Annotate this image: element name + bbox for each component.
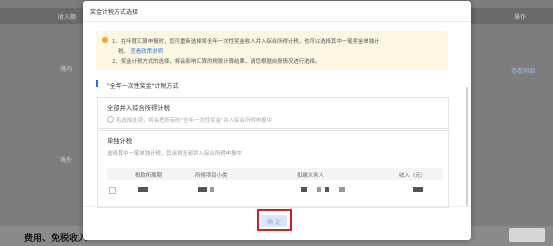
- col-tax-period: 税款所属期: [135, 173, 162, 179]
- notice-line-1: 1、在年度汇算申报时，您可重新选择将全年一次性奖金收入并入综合所得计税，也可以选…: [112, 39, 380, 45]
- background-row-overseas: 境外: [60, 157, 73, 164]
- redacted-income: [413, 187, 423, 192]
- section-title: "全年一次性奖金"计税方式: [107, 83, 179, 90]
- redacted-agent-2: [317, 187, 321, 192]
- confirm-highlight-box: [257, 209, 292, 231]
- redacted-agent: [301, 187, 307, 192]
- background-col-income: 收入额: [58, 14, 77, 21]
- dialog-scrollbar-thumb[interactable]: [466, 87, 468, 207]
- warning-icon: [102, 37, 108, 43]
- background-row-domestic: 境内: [60, 66, 73, 73]
- option-single-panel[interactable]: 单独计税 选择其中一笔单独计税，其余将全部并入综合所得申报中 税款所属期 所得项…: [97, 130, 449, 208]
- redacted-tax-period: [138, 187, 148, 192]
- option-merge-panel[interactable]: 全部并入综合所得计税 若选择此项，将会把所有的"全年一次性奖金"并入综合所得申报…: [97, 97, 449, 129]
- background-view-detail-link: 查看明细: [510, 68, 535, 75]
- background-col-action: 操作: [514, 14, 527, 21]
- notice-line-2: 税。 查看政策说明: [118, 47, 163, 55]
- background-bottom-text: 费用、免税收入: [24, 234, 88, 244]
- redacted-agent-4: [339, 187, 345, 192]
- notice-banner: 1、在年度汇算申报时，您可重新选择将全年一次性奖金收入并入综合所得计税，也可以选…: [96, 31, 448, 70]
- dialog-title-divider: [83, 21, 471, 22]
- col-income-amount: 收入（元）: [399, 173, 426, 179]
- redacted-subcategory-2: [210, 187, 214, 192]
- notice-line-2-text: 税。: [118, 49, 129, 55]
- redacted-subcategory: [198, 187, 207, 192]
- notice-line-3: 2、奖金计税方式的选择，将会影响汇算的税款计算结果，请您根据自身情况进行选择。: [112, 59, 321, 65]
- bonus-table-header: 税款所属期 所得项目小类 扣缴义务人 收入（元）: [107, 168, 443, 180]
- dialog-footer-divider: [83, 206, 471, 207]
- option-merge-title: 全部并入综合所得计税: [107, 105, 170, 112]
- redacted-agent-3: [325, 187, 329, 192]
- option-single-title: 单独计税: [107, 138, 133, 145]
- background-button: [509, 228, 545, 242]
- table-row[interactable]: [107, 184, 443, 197]
- policy-explanation-link[interactable]: 查看政策说明: [131, 49, 163, 55]
- col-income-subcategory: 所得项目小类: [195, 173, 228, 179]
- option-single-desc: 选择其中一笔单独计税，其余将全部并入综合所得申报中: [107, 151, 242, 157]
- section-marker: [96, 80, 98, 87]
- row-checkbox[interactable]: [109, 187, 116, 194]
- option-merge-radio[interactable]: [107, 116, 114, 123]
- bonus-tax-method-dialog: 奖金计税方式选择 1、在年度汇算申报时，您可重新选择将全年一次性奖金收入并入综合…: [83, 1, 471, 240]
- dialog-title: 奖金计税方式选择: [90, 9, 139, 16]
- col-withholding-agent: 扣缴义务人: [297, 173, 324, 179]
- option-merge-desc: 若选择此项，将会把所有的"全年一次性奖金"并入综合所得申报中: [116, 118, 272, 124]
